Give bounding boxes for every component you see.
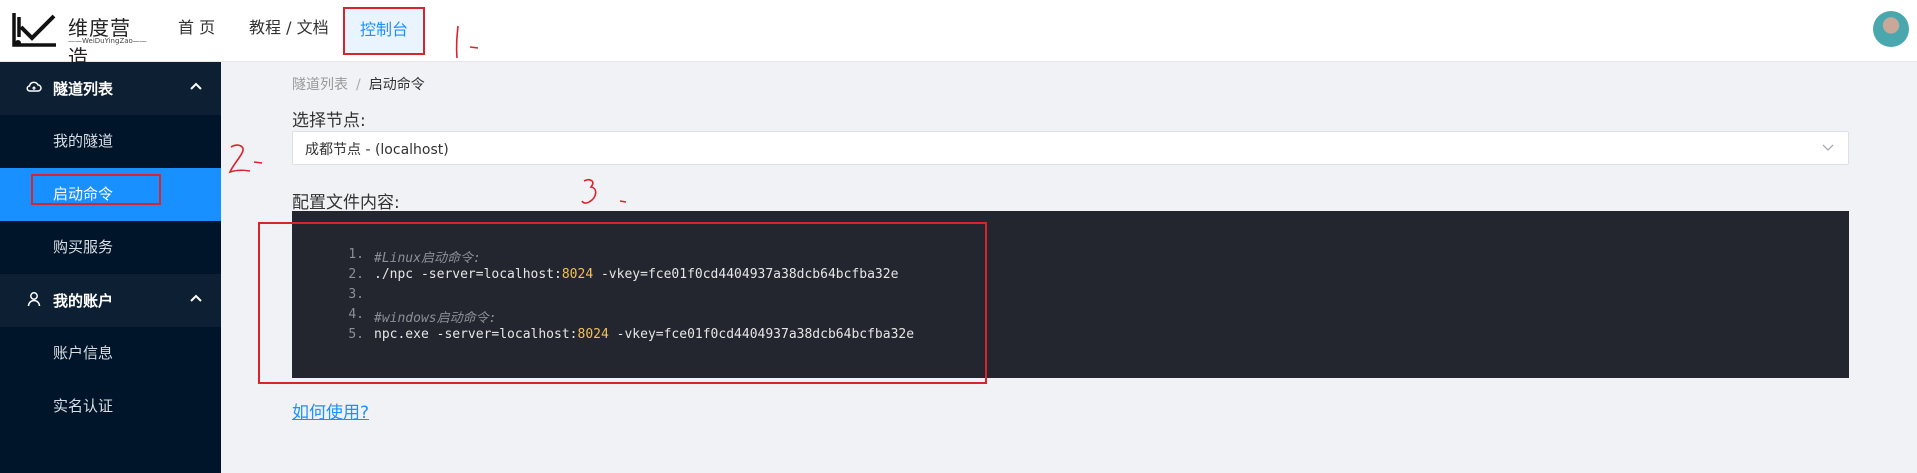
sidebar-item-start-command[interactable]: 启动命令 xyxy=(0,168,221,221)
user-icon xyxy=(27,292,41,307)
breadcrumb-current: 启动命令 xyxy=(368,77,425,93)
node-select[interactable]: 成都节点 - (localhost) xyxy=(292,131,1849,165)
breadcrumb: 隧道列表 / 启动命令 xyxy=(292,74,425,94)
brand-logo[interactable]: 维度营造 ——WeiDuYingZao—— xyxy=(12,9,147,69)
sidebar-group-tunnels[interactable]: 隧道列表 xyxy=(0,62,221,115)
nav-console[interactable]: 控制台 xyxy=(343,7,425,55)
annotation-mark-3 xyxy=(581,179,627,204)
sidebar: 隧道列表 我的隧道 启动命令 购买服务 我的账户 账户信息 实名认证 xyxy=(0,62,221,473)
annotation-box xyxy=(258,222,987,384)
node-select-label: 选择节点: xyxy=(292,111,366,131)
user-avatar[interactable] xyxy=(1873,11,1909,47)
breadcrumb-parent[interactable]: 隧道列表 xyxy=(292,77,348,93)
chevron-up-icon xyxy=(190,294,202,302)
help-link[interactable]: 如何使用? xyxy=(292,398,369,423)
sidebar-item-my-tunnels[interactable]: 我的隧道 xyxy=(0,115,221,168)
sidebar-group-account[interactable]: 我的账户 xyxy=(0,274,221,327)
breadcrumb-separator: / xyxy=(356,77,361,93)
chevron-up-icon xyxy=(190,82,202,90)
annotation-mark-2 xyxy=(228,144,263,174)
config-label: 配置文件内容: xyxy=(292,193,400,213)
sidebar-item-account-info[interactable]: 账户信息 xyxy=(0,327,221,380)
nav-home[interactable]: 首 页 xyxy=(178,0,215,62)
sidebar-item-verification[interactable]: 实名认证 xyxy=(0,380,221,433)
sidebar-group-label: 隧道列表 xyxy=(53,80,114,98)
node-select-value: 成都节点 - (localhost) xyxy=(305,142,449,158)
annotation-box xyxy=(31,174,161,205)
brand-subtitle: ——WeiDuYingZao—— xyxy=(68,37,147,45)
top-navbar: 维度营造 ——WeiDuYingZao—— 首 页 教程 / 文档 控制台 xyxy=(0,0,1917,69)
cloud-icon xyxy=(26,81,42,92)
chevron-down-icon xyxy=(1822,144,1834,151)
sidebar-group-label: 我的账户 xyxy=(53,292,114,310)
sidebar-item-buy-service[interactable]: 购买服务 xyxy=(0,221,221,274)
annotation-mark-1 xyxy=(455,25,479,59)
nav-docs[interactable]: 教程 / 文档 xyxy=(249,0,329,62)
logo-mark-icon xyxy=(12,13,56,47)
